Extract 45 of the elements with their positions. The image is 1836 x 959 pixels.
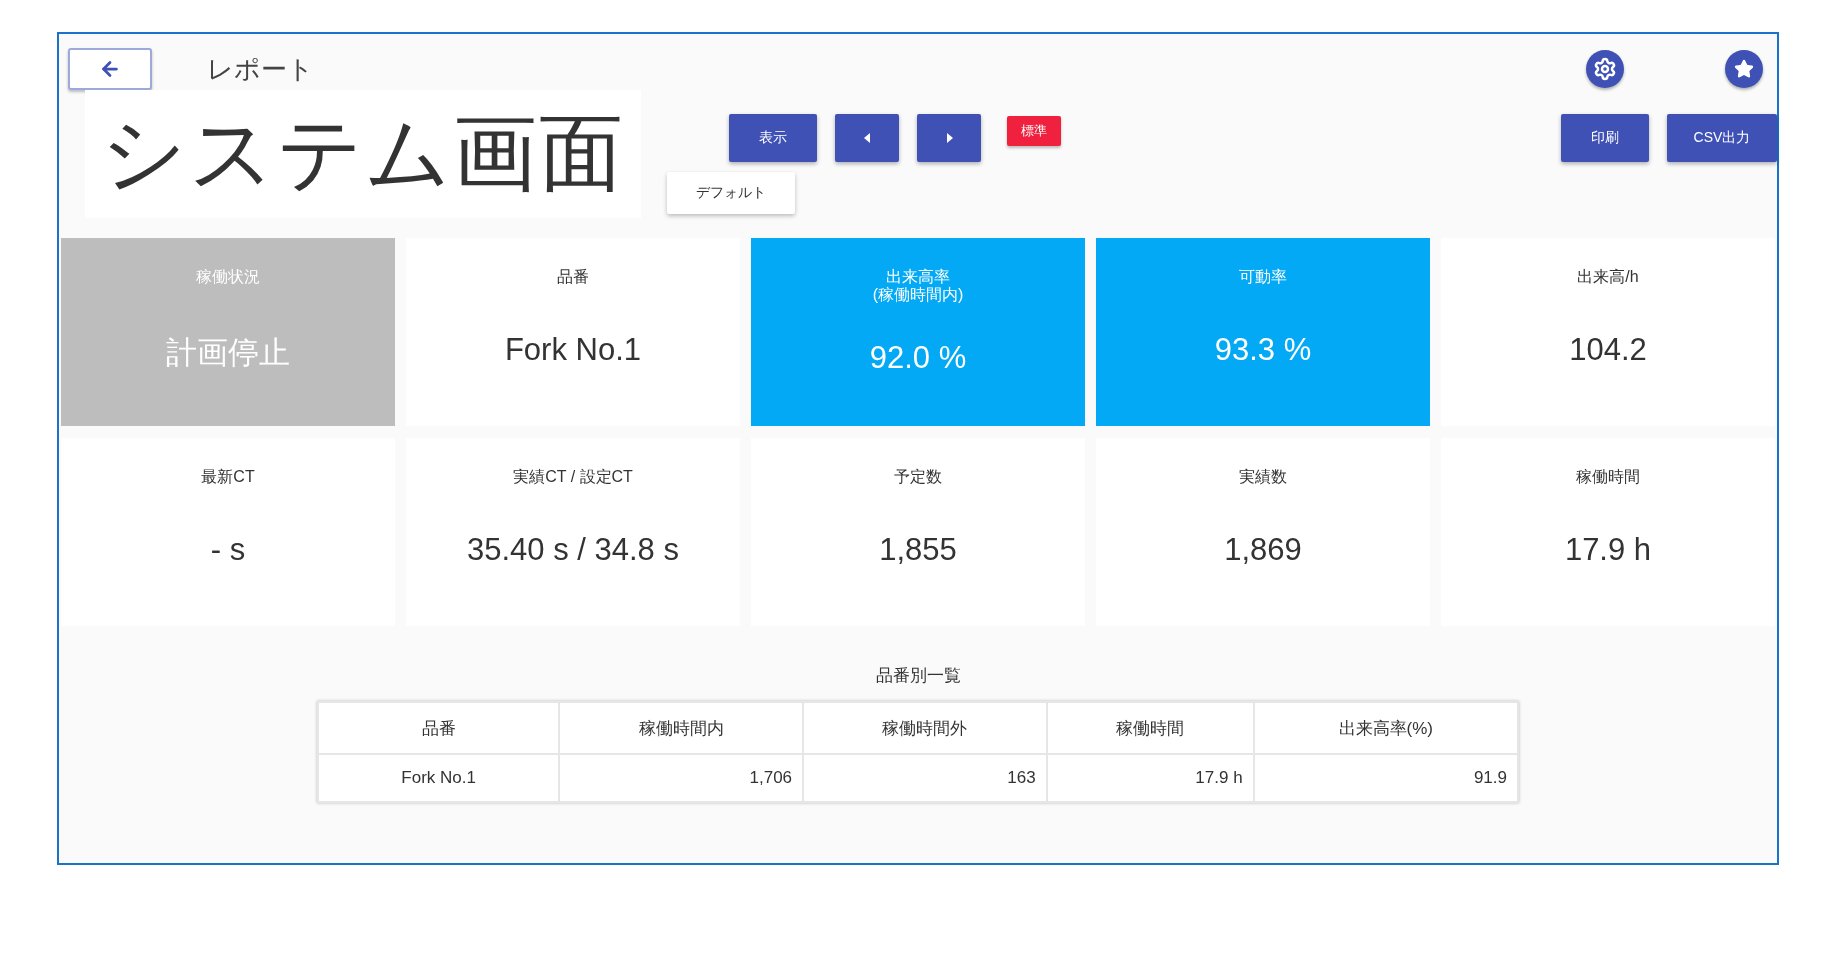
column-header: 稼働時間	[1046, 702, 1254, 754]
table-title: 品番別一覧	[875, 665, 961, 687]
column-header: 稼働時間内	[559, 702, 804, 754]
card-label: 実績CT / 設定CT	[513, 468, 633, 487]
status-badge: 標準	[1007, 116, 1061, 146]
caret-left-icon	[863, 133, 871, 143]
card-label: 稼働時間	[1576, 468, 1640, 487]
column-header: 品番	[318, 702, 560, 754]
card-value: 1,869	[1224, 532, 1302, 568]
table-cell: 17.9 h	[1046, 754, 1254, 802]
default-button[interactable]: デフォルト	[667, 172, 795, 214]
favorite-button[interactable]	[1725, 50, 1763, 88]
card-label: 出来高率 (稼働時間内)	[872, 268, 964, 306]
card-value: 計画停止	[166, 334, 290, 372]
column-header: 稼働時間外	[803, 702, 1047, 754]
card-value: - s	[210, 532, 246, 568]
card-label: 実績数	[1239, 468, 1287, 487]
card-value: 1,855	[879, 532, 957, 568]
card-label: 可動率	[1239, 268, 1287, 287]
show-button[interactable]: 表示	[729, 114, 817, 162]
back-button[interactable]	[68, 48, 152, 90]
card-label: 予定数	[894, 468, 942, 487]
csv-export-button[interactable]: CSV出力	[1667, 114, 1777, 162]
card-label: 最新CT	[201, 468, 255, 487]
caption-label: システム画面	[85, 90, 641, 218]
card-label: 品番	[557, 268, 589, 287]
table-cell: 163	[803, 754, 1047, 802]
page-title: レポート	[207, 52, 315, 86]
card-value: 92.0 %	[869, 340, 967, 376]
card-value: 104.2	[1569, 332, 1647, 368]
table-cell: Fork No.1	[318, 754, 560, 802]
table-cell: 91.9	[1253, 754, 1518, 802]
card-value: Fork No.1	[504, 332, 642, 368]
card-label: 出来高/h	[1577, 268, 1639, 287]
card-label: 稼働状況	[196, 268, 260, 287]
card-value: 93.3 %	[1214, 332, 1312, 368]
card-value: 35.40 s / 34.8 s	[467, 532, 679, 568]
card-value: 17.9 h	[1564, 532, 1652, 568]
print-button[interactable]: 印刷	[1561, 114, 1649, 162]
table-cell: 1,706	[559, 754, 804, 802]
settings-button[interactable]	[1586, 50, 1624, 88]
column-header: 出来高率(%)	[1253, 702, 1518, 754]
settings-icon	[1593, 57, 1617, 81]
star-icon	[1734, 59, 1754, 79]
caret-right-icon	[945, 133, 953, 143]
